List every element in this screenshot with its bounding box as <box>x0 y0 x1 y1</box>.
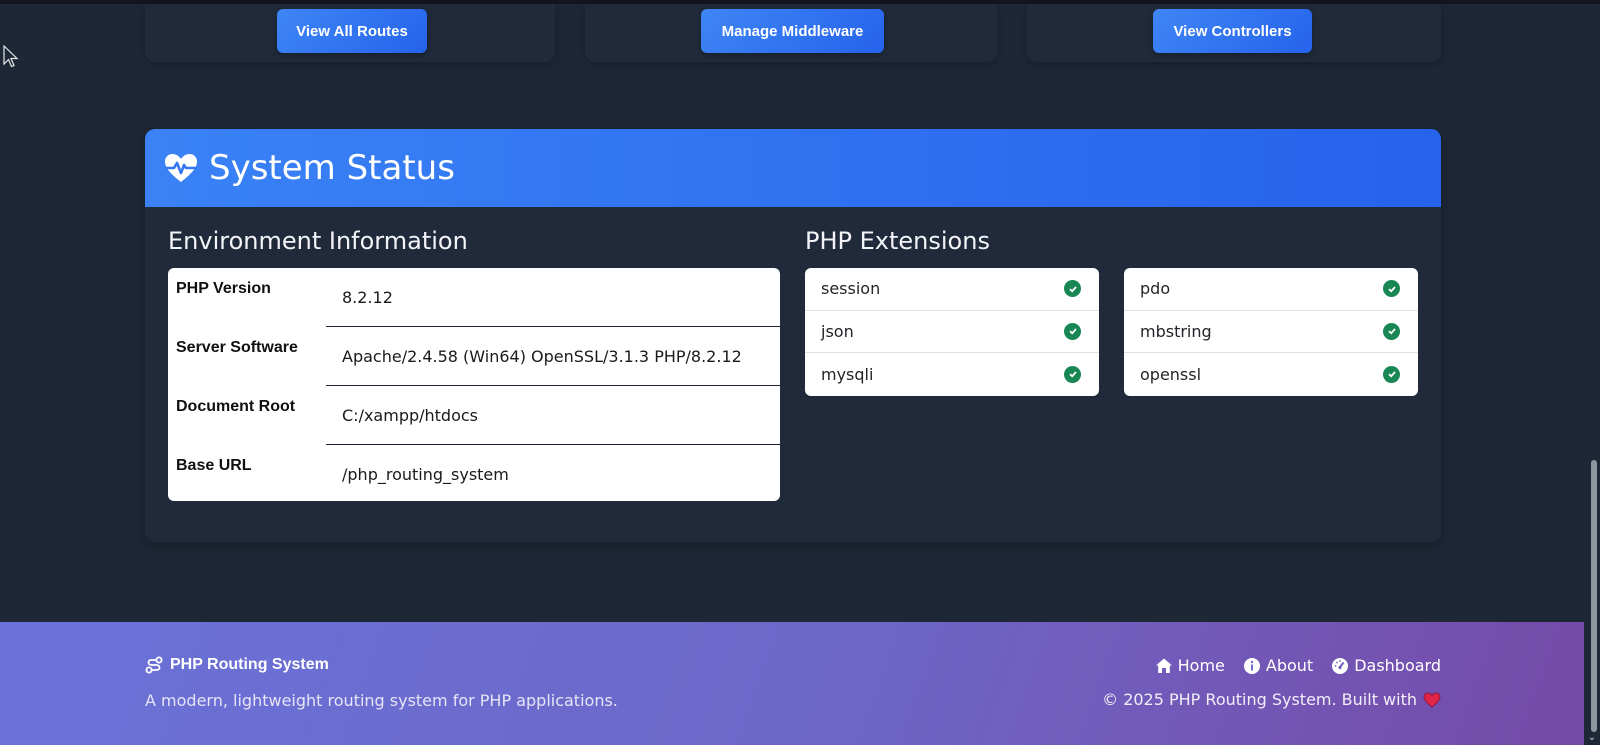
environment-table: PHP Version 8.2.12 Server Software Apach… <box>168 268 780 501</box>
environment-heading: Environment Information <box>168 227 468 255</box>
list-item: openssl <box>1124 353 1418 396</box>
system-status-header: System Status <box>145 129 1441 207</box>
extension-name: session <box>821 279 881 299</box>
footer-tagline: A modern, lightweight routing system for… <box>145 691 618 710</box>
home-icon <box>1155 658 1172 673</box>
check-circle-icon <box>1064 365 1081 383</box>
extension-name: pdo <box>1140 279 1171 299</box>
table-row: PHP Version 8.2.12 <box>168 268 780 327</box>
footer-brand-name: PHP Routing System <box>170 656 329 673</box>
footer-link-about[interactable]: About <box>1243 656 1313 675</box>
footer-link-about-label: About <box>1265 656 1314 675</box>
system-status-title: System Status <box>209 148 455 188</box>
footer-link-home[interactable]: Home <box>1155 656 1225 675</box>
footer-link-home-label: Home <box>1177 656 1225 675</box>
manage-middleware-button[interactable]: Manage Middleware <box>701 9 884 53</box>
check-circle-icon <box>1064 280 1081 298</box>
list-item: pdo <box>1124 268 1418 311</box>
env-value: 8.2.12 <box>326 268 780 327</box>
extensions-heading: PHP Extensions <box>805 227 990 255</box>
extensions-list-left: session json mysqli <box>805 268 1099 396</box>
mouse-cursor-icon <box>3 45 19 68</box>
list-item: session <box>805 268 1099 311</box>
table-row: Server Software Apache/2.4.58 (Win64) Op… <box>168 327 780 386</box>
footer-copyright: © 2025 PHP Routing System. Built with <box>1102 690 1441 709</box>
extension-name: mbstring <box>1140 321 1212 341</box>
check-circle-icon <box>1383 365 1400 383</box>
table-row: Base URL /php_routing_system <box>168 445 780 501</box>
env-value: C:/xampp/htdocs <box>326 386 780 445</box>
page-footer: PHP Routing System A modern, lightweight… <box>0 622 1584 745</box>
env-label: Document Root <box>176 398 296 415</box>
copyright-text: © 2025 PHP Routing System. Built with <box>1102 690 1417 709</box>
check-circle-icon <box>1383 280 1400 298</box>
view-all-routes-button[interactable]: View All Routes <box>277 9 427 53</box>
gauge-icon <box>1332 657 1349 674</box>
routes-card: View All Routes <box>145 4 555 62</box>
env-value: /php_routing_system <box>342 465 509 484</box>
scroll-down-arrow-icon[interactable]: ⌄ <box>1587 733 1597 743</box>
footer-link-dashboard[interactable]: Dashboard <box>1331 656 1441 675</box>
table-row: Document Root C:/xampp/htdocs <box>168 386 780 445</box>
system-status-card: System Status Environment Information PH… <box>145 129 1441 542</box>
heart-icon <box>1423 692 1441 708</box>
footer-nav: Home About Dashboard <box>1155 656 1441 675</box>
env-label: PHP Version <box>176 280 271 297</box>
view-controllers-button[interactable]: View Controllers <box>1153 9 1312 53</box>
footer-brand: PHP Routing System <box>145 656 329 674</box>
route-icon <box>145 656 163 674</box>
list-item: mysqli <box>805 353 1099 396</box>
footer-link-dashboard-label: Dashboard <box>1354 656 1441 675</box>
heart-pulse-icon <box>165 154 197 182</box>
list-item: json <box>805 311 1099 353</box>
controllers-card: View Controllers <box>1027 4 1441 62</box>
env-value: Apache/2.4.58 (Win64) OpenSSL/3.1.3 PHP/… <box>326 327 780 386</box>
middleware-card: Manage Middleware <box>585 4 997 62</box>
scrollbar-thumb[interactable] <box>1591 460 1597 732</box>
extensions-list-right: pdo mbstring openssl <box>1124 268 1418 396</box>
check-circle-icon <box>1383 322 1400 340</box>
page-scrollbar[interactable]: ⌄ <box>1584 4 1600 745</box>
extension-name: mysqli <box>821 364 874 384</box>
extension-name: openssl <box>1140 364 1202 384</box>
env-label: Base URL <box>176 457 252 474</box>
list-item: mbstring <box>1124 311 1418 353</box>
extension-name: json <box>821 321 854 341</box>
env-label: Server Software <box>176 339 298 356</box>
check-circle-icon <box>1064 322 1081 340</box>
info-circle-icon <box>1243 657 1260 674</box>
